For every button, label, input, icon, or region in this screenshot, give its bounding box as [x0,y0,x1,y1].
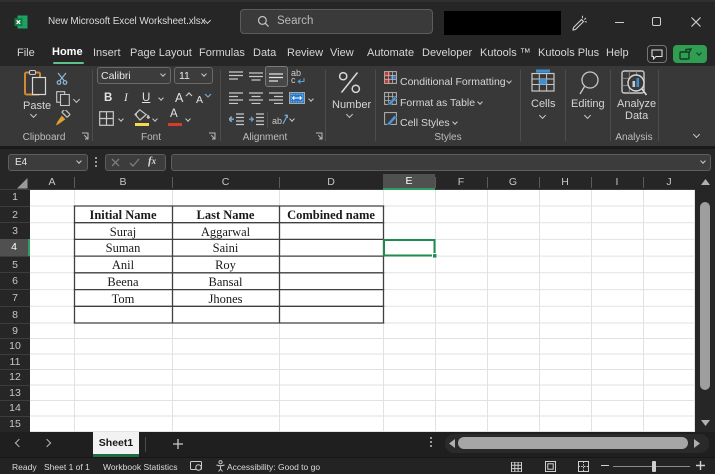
svg-text:ab: ab [272,116,282,126]
